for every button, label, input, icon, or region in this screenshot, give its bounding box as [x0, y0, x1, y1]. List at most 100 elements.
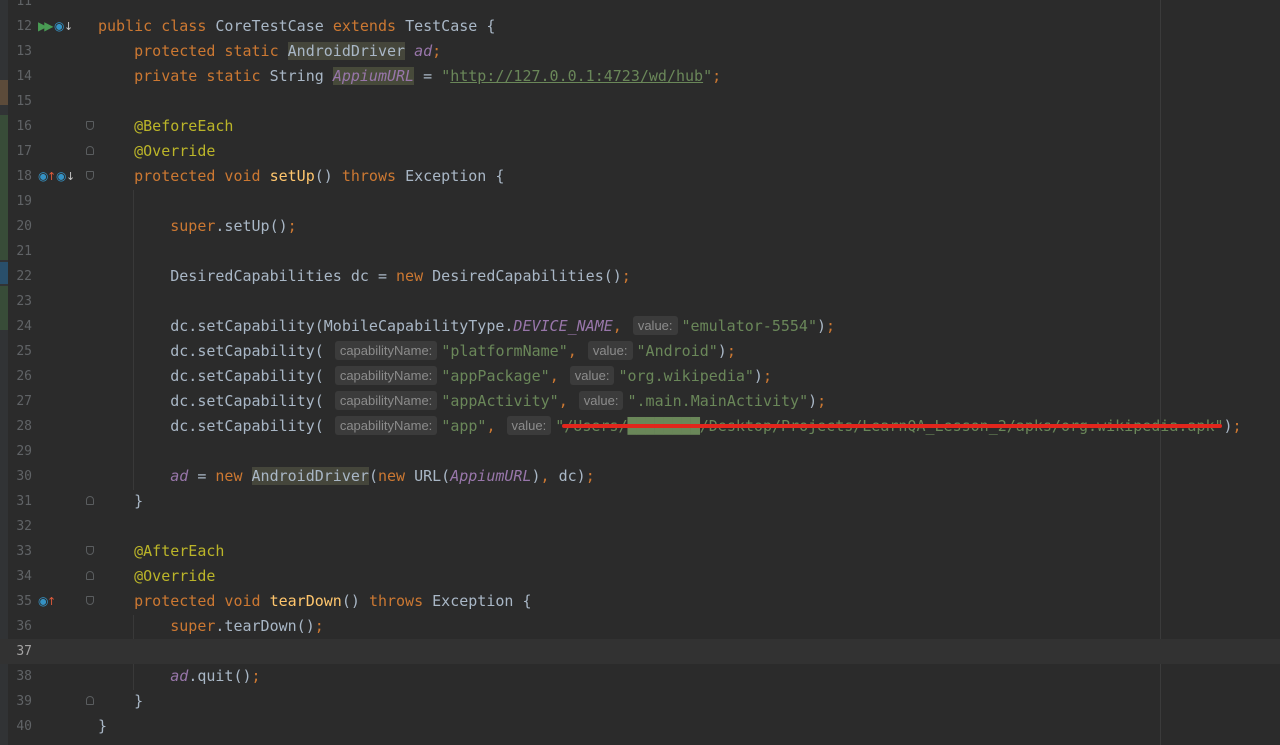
line-number[interactable]: 40 [10, 714, 32, 739]
code-token: " [703, 67, 713, 85]
code-line[interactable]: 20 super.setUp(); [0, 214, 1280, 239]
code-line[interactable]: 14 private static String AppiumURL = "ht… [0, 64, 1280, 89]
code-line[interactable]: 18 ◉ ↑ ◉ ↓ protected void setUp() throws Exc… [0, 164, 1280, 189]
code-line[interactable]: 24 dc.setCapability(MobileCapabilityType… [0, 314, 1280, 339]
code-line[interactable]: 21 [0, 239, 1280, 264]
code-text: private static String AppiumURL = "http:… [98, 64, 721, 89]
code-line[interactable]: 34 @Override [0, 564, 1280, 589]
code-token: ) [531, 467, 541, 485]
fold-marker-icon[interactable] [86, 171, 94, 180]
line-number[interactable]: 30 [10, 464, 32, 489]
code-token: "appActivity" [441, 392, 559, 410]
line-number[interactable]: 34 [10, 564, 32, 589]
code-line[interactable]: 40} [0, 714, 1280, 739]
code-token: } [98, 492, 144, 510]
code-token: AndroidDriver [287, 42, 406, 60]
code-token: @Override [134, 142, 216, 160]
code-token: dc.setCapability(MobileCapabilityType. [98, 317, 514, 335]
code-token: dc.setCapability( [98, 342, 333, 360]
code-line[interactable]: 13 protected static AndroidDriver ad; [0, 39, 1280, 64]
line-number[interactable]: 16 [10, 114, 32, 139]
code-token: private static [134, 67, 270, 85]
code-line[interactable]: 23 [0, 289, 1280, 314]
code-line[interactable]: 36 super.tearDown(); [0, 614, 1280, 639]
code-line[interactable]: 11 [0, 0, 1280, 14]
line-number[interactable]: 25 [10, 339, 32, 364]
code-line[interactable]: 25 dc.setCapability( capabilityName: "pla… [0, 339, 1280, 364]
line-number[interactable]: 35 [10, 589, 32, 614]
fold-marker-icon[interactable] [86, 571, 94, 580]
code-line[interactable]: 19 [0, 189, 1280, 214]
code-token: ; [287, 217, 297, 235]
line-number[interactable]: 29 [10, 439, 32, 464]
line-number[interactable]: 33 [10, 539, 32, 564]
code-line[interactable]: 35 ◉ ↑ protected void tearDown() throws Ex… [0, 589, 1280, 614]
fold-marker-icon[interactable] [86, 146, 94, 155]
fold-marker-icon[interactable] [86, 496, 94, 505]
fold-marker-icon[interactable] [86, 546, 94, 555]
arrow-up-icon[interactable]: ↑ [47, 589, 56, 614]
line-number[interactable]: 18 [10, 164, 32, 189]
line-number[interactable]: 19 [10, 189, 32, 214]
fold-marker-icon[interactable] [86, 121, 94, 130]
line-number[interactable]: 23 [10, 289, 32, 314]
implemented-icon[interactable]: ◉ [54, 14, 64, 39]
line-number[interactable]: 36 [10, 614, 32, 639]
code-line[interactable]: 26 dc.setCapability( capabilityName: "app… [0, 364, 1280, 389]
line-number[interactable]: 37 [10, 639, 32, 664]
line-number[interactable]: 31 [10, 489, 32, 514]
line-number[interactable]: 28 [10, 414, 32, 439]
code-line[interactable]: 37 [0, 639, 1280, 664]
line-number[interactable]: 32 [10, 514, 32, 539]
code-token: ; [762, 367, 772, 385]
parameter-hint: value: [506, 416, 552, 435]
line-number[interactable]: 39 [10, 689, 32, 714]
code-line[interactable]: 22 DesiredCapabilities dc = new DesiredC… [0, 264, 1280, 289]
line-number[interactable]: 38 [10, 664, 32, 689]
gutter-icons[interactable]: ◉ ↑ [38, 589, 78, 614]
line-number[interactable]: 26 [10, 364, 32, 389]
code-line[interactable]: 12 ▶▶ ◉ ↓ public class CoreTestCase extends … [0, 14, 1280, 39]
code-line[interactable]: 29 [0, 439, 1280, 464]
code-line[interactable]: 38 ad.quit(); [0, 664, 1280, 689]
gutter-icons[interactable]: ▶▶ ◉ ↓ [38, 14, 78, 39]
line-number[interactable]: 27 [10, 389, 32, 414]
code-line[interactable]: 32 [0, 514, 1280, 539]
code-line[interactable]: 30 ad = new AndroidDriver(new URL(Appium… [0, 464, 1280, 489]
code-line[interactable]: 27 dc.setCapability( capabilityName: "app… [0, 389, 1280, 414]
code-text: super.setUp(); [98, 214, 297, 239]
code-token: Exception { [405, 167, 505, 185]
line-number[interactable]: 12 [10, 14, 32, 39]
line-number[interactable]: 14 [10, 64, 32, 89]
line-number[interactable]: 15 [10, 89, 32, 114]
implemented-icon[interactable]: ◉ [56, 164, 66, 189]
code-line[interactable]: 31 } [0, 489, 1280, 514]
line-number[interactable]: 13 [10, 39, 32, 64]
fold-marker-icon[interactable] [86, 596, 94, 605]
line-number[interactable]: 17 [10, 139, 32, 164]
code-line[interactable]: 16 @BeforeEach [0, 114, 1280, 139]
code-token: dc.setCapability( [98, 367, 333, 385]
arrow-up-icon[interactable]: ↑ [47, 164, 56, 189]
arrow-down-icon[interactable]: ↓ [64, 14, 73, 39]
code-text: dc.setCapability( capabilityName: "appAct… [98, 389, 826, 414]
line-number[interactable]: 21 [10, 239, 32, 264]
code-token: super [170, 617, 216, 635]
line-number[interactable]: 20 [10, 214, 32, 239]
code-line[interactable]: 15 [0, 89, 1280, 114]
run-test-icon[interactable]: ▶▶ [38, 14, 54, 39]
line-number[interactable]: 24 [10, 314, 32, 339]
line-number[interactable]: 11 [10, 0, 32, 14]
code-text: super.tearDown(); [98, 614, 324, 639]
line-number[interactable]: 22 [10, 264, 32, 289]
code-line[interactable]: 33 @AfterEach [0, 539, 1280, 564]
arrow-down-icon[interactable]: ↓ [66, 164, 75, 189]
fold-marker-icon[interactable] [86, 696, 94, 705]
gutter-icons[interactable]: ◉ ↑ ◉ ↓ [38, 164, 78, 189]
code-editor[interactable]: 11 12 ▶▶ ◉ ↓ public class CoreTestCase extend… [0, 0, 1280, 745]
code-line[interactable]: 17 @Override [0, 139, 1280, 164]
code-line[interactable]: 39 } [0, 689, 1280, 714]
